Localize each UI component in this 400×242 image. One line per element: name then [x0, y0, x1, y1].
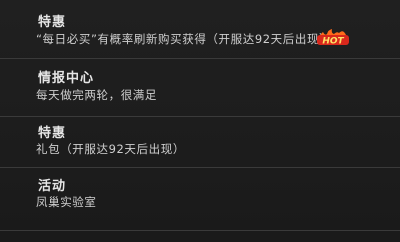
section-description: 凤巢实验室 — [36, 195, 97, 209]
section-title: 特惠 — [38, 15, 67, 30]
section-description: 每天做完两轮，很满足 — [36, 88, 157, 102]
section-deal-pack: 特惠 礼包（开服达92天后出现） — [0, 117, 400, 167]
info-panel: 特惠 “每日必买”有概率刷新购买获得（开服达92天后出现） HOT 情报中心 每… — [0, 0, 400, 242]
section-description: “每日必买”有概率刷新购买获得（开服达92天后出现） — [36, 32, 332, 46]
section-title: 活动 — [38, 179, 67, 194]
section-title: 情报中心 — [38, 71, 95, 86]
section-intel-center: 情报中心 每天做完两轮，很满足 — [0, 59, 400, 116]
hot-badge-icon: HOT — [316, 28, 350, 46]
section-title: 特惠 — [38, 126, 67, 141]
section-description: 礼包（开服达92天后出现） — [36, 142, 185, 156]
divider — [0, 230, 400, 231]
svg-text:HOT: HOT — [322, 37, 344, 47]
